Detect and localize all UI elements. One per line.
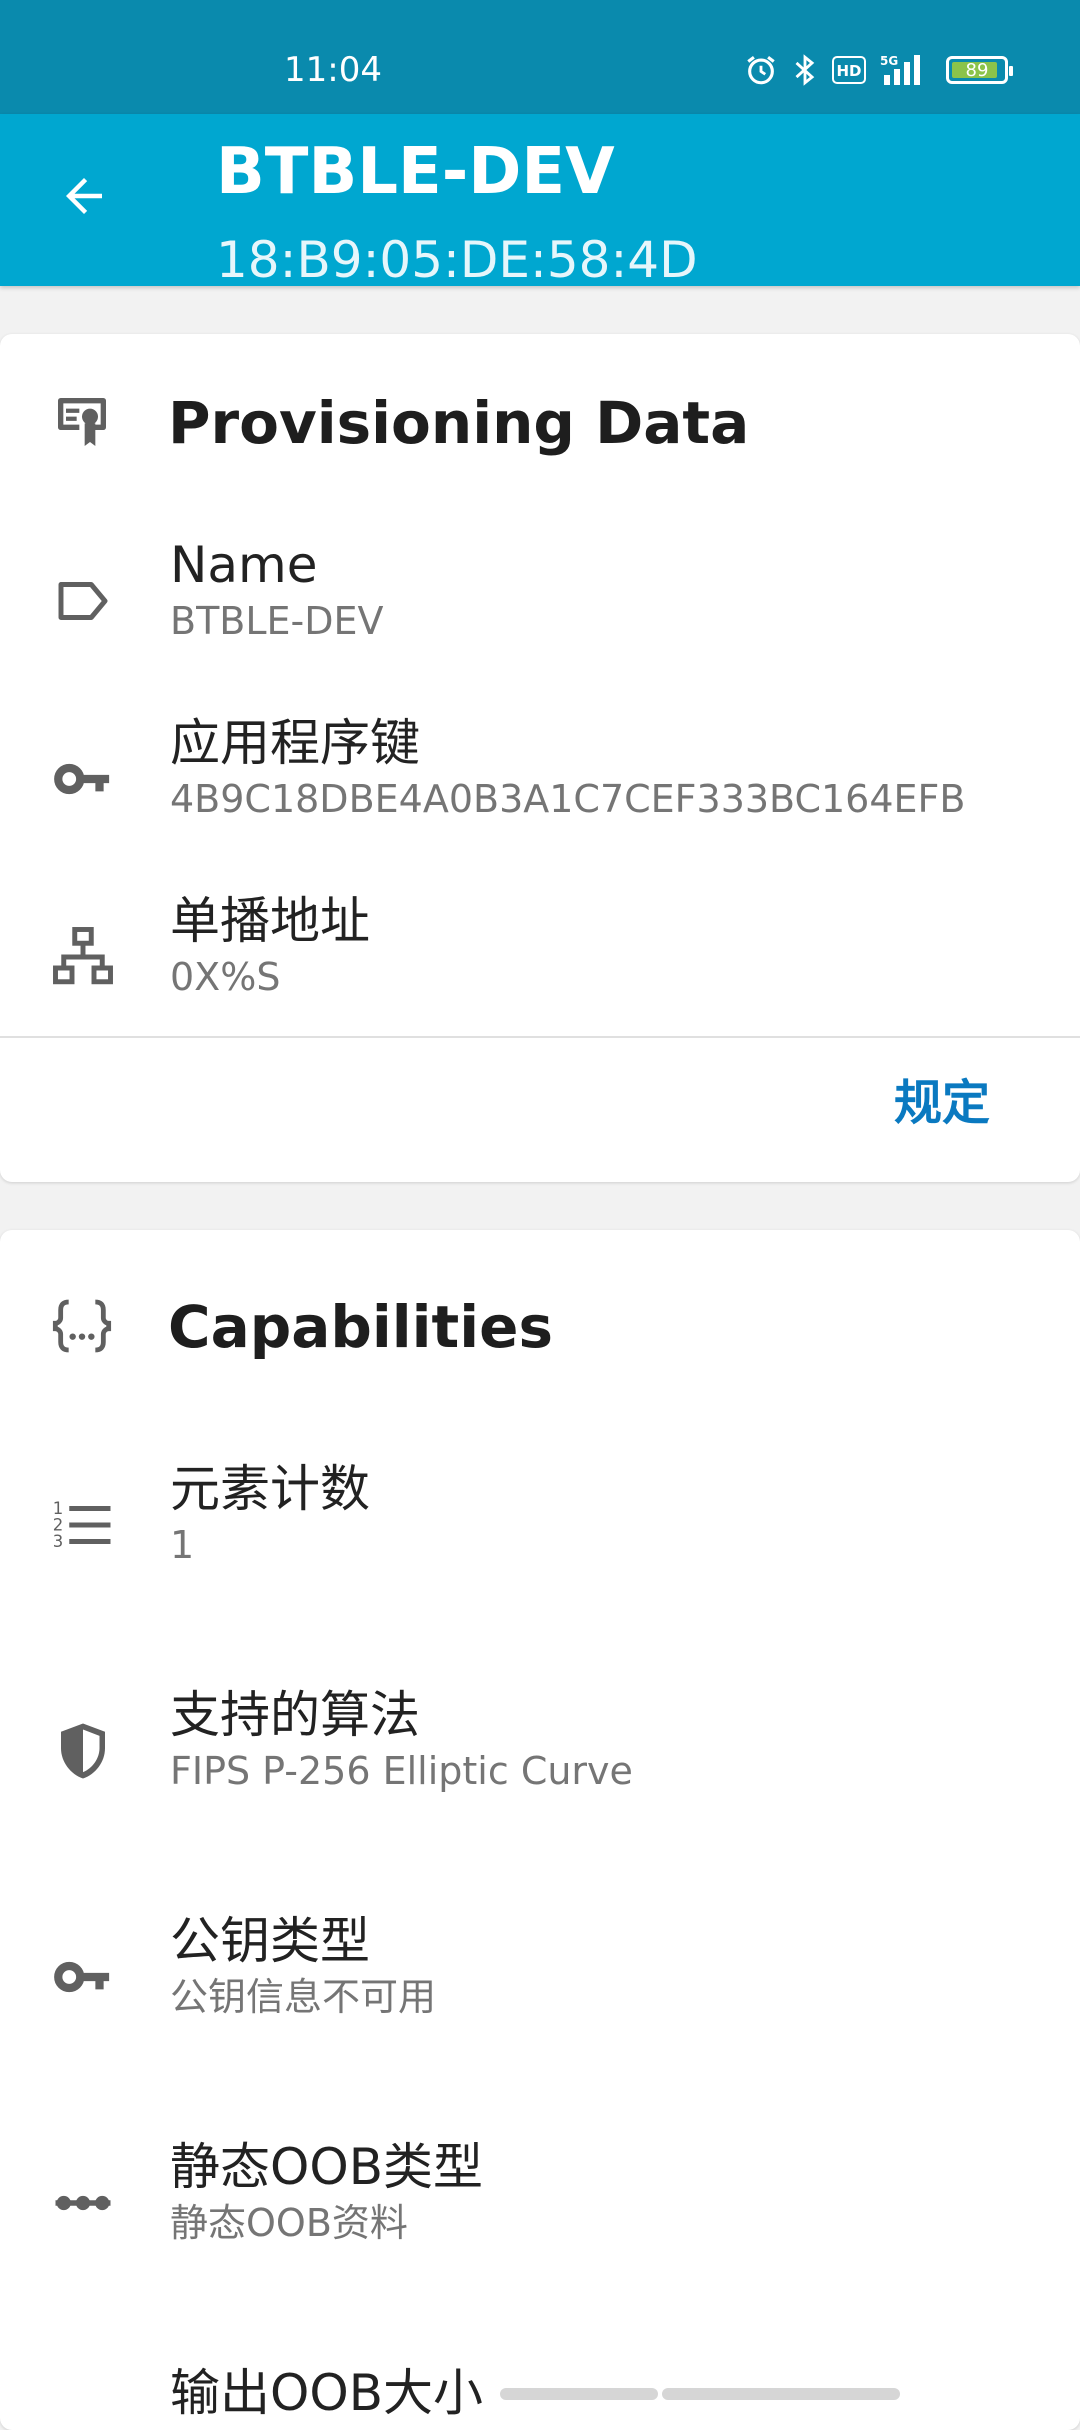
algorithms-label: 支持的算法 <box>170 1686 420 1744</box>
battery-icon: 89 <box>946 56 1013 84</box>
public-key-type-label: 公钥类型 <box>170 1912 370 1970</box>
status-bar: 11:04 HD 5G 89 <box>0 0 1080 114</box>
device-name-title: BTBLE-DEV <box>216 135 615 209</box>
device-address-subtitle: 18:B9:05:DE:58:4D <box>216 231 698 286</box>
static-oob-type-value: 静态OOB资料 <box>170 2201 408 2245</box>
provisioning-title: Provisioning Data <box>168 389 750 457</box>
svg-text:HD: HD <box>836 62 861 80</box>
numbered-list-icon: 123 <box>50 1492 116 1558</box>
arrow-left-icon <box>57 169 111 227</box>
battery-level: 89 <box>965 60 989 81</box>
output-icon <box>50 2396 116 2430</box>
alarm-icon <box>744 53 778 87</box>
back-button[interactable] <box>44 158 124 238</box>
scroll-indicator-right <box>662 2388 900 2400</box>
element-count-value: 1 <box>170 1523 195 1567</box>
shield-icon <box>50 1718 116 1784</box>
app-key-value: 4B9C18DBE4A0B3A1C7CEF333BC164EFB <box>170 777 966 821</box>
certificate-icon <box>50 390 114 454</box>
svg-text:3: 3 <box>53 1532 64 1551</box>
code-braces-icon <box>50 1294 114 1358</box>
app-key-row[interactable]: 应用程序键 4B9C18DBE4A0B3A1C7CEF333BC164EFB <box>0 698 1080 828</box>
5g-signal-icon: 5G <box>880 53 932 87</box>
provisioning-divider <box>0 1036 1080 1038</box>
capabilities-header: Capabilities <box>0 1274 1080 1374</box>
name-value: BTBLE-DEV <box>170 599 384 643</box>
provisioning-header: Provisioning Data <box>0 370 1080 470</box>
svg-text:5G: 5G <box>880 54 898 68</box>
key-icon <box>50 1944 116 2010</box>
output-oob-size-label: 输出OOB大小 <box>170 2364 484 2422</box>
algorithms-value: FIPS P-256 Elliptic Curve <box>170 1749 633 1793</box>
public-key-type-value: 公钥信息不可用 <box>170 1975 437 2019</box>
unicast-address-value: 0X%S <box>170 955 281 999</box>
battery-nub <box>1009 66 1013 76</box>
algorithms-row[interactable]: 支持的算法 FIPS P-256 Elliptic Curve <box>0 1670 1080 1800</box>
element-count-label: 元素计数 <box>170 1460 370 1518</box>
app-key-label: 应用程序键 <box>170 714 420 772</box>
scroll-indicator-left <box>500 2388 658 2400</box>
provision-button[interactable]: 规定 <box>894 1068 990 1138</box>
static-oob-type-row[interactable]: 静态OOB类型 静态OOB资料 <box>0 2122 1080 2252</box>
status-time: 11:04 <box>284 50 382 90</box>
name-label: Name <box>170 536 318 594</box>
capabilities-card: Capabilities 123 元素计数 1 支持的算法 FIPS P-256… <box>0 1230 1080 2430</box>
bluetooth-icon <box>792 53 818 87</box>
label-tag-icon <box>50 568 116 634</box>
capabilities-title: Capabilities <box>168 1293 553 1361</box>
unicast-address-row[interactable]: 单播地址 0X%S <box>0 876 1080 1006</box>
public-key-type-row[interactable]: 公钥类型 公钥信息不可用 <box>0 1896 1080 2026</box>
hd-icon: HD <box>832 56 866 84</box>
network-tree-icon <box>50 924 116 990</box>
name-row[interactable]: Name BTBLE-DEV <box>0 520 1080 650</box>
static-oob-type-label: 静态OOB类型 <box>170 2138 484 2196</box>
element-count-row[interactable]: 123 元素计数 1 <box>0 1444 1080 1574</box>
app-bar: BTBLE-DEV 18:B9:05:DE:58:4D <box>0 114 1080 286</box>
unicast-address-label: 单播地址 <box>170 892 370 950</box>
provisioning-card: Provisioning Data Name BTBLE-DEV 应用程序键 4… <box>0 334 1080 1182</box>
status-icons: HD 5G 89 <box>744 50 1013 90</box>
dots-line-icon <box>50 2170 116 2236</box>
key-icon <box>50 746 116 812</box>
